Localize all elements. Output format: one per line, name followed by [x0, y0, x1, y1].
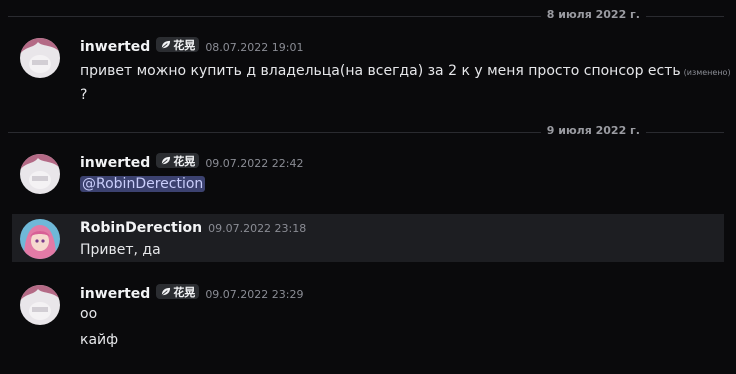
- leaf-icon: [161, 287, 171, 296]
- leaf-icon: [161, 156, 171, 165]
- timestamp: 09.07.2022 22:42: [205, 157, 304, 170]
- avatar[interactable]: [20, 285, 60, 325]
- message-header: inwerted 花晃 09.07.2022 23:29: [80, 284, 304, 302]
- avatar[interactable]: [20, 154, 60, 194]
- message-text: привет можно купить д владельца(на всегд…: [80, 63, 731, 79]
- message-header: inwerted 花晃 08.07.2022 19:01: [80, 37, 304, 55]
- avatar[interactable]: [20, 219, 60, 259]
- username[interactable]: inwerted: [80, 39, 150, 55]
- timestamp: 08.07.2022 19:01: [205, 41, 304, 54]
- user-mention[interactable]: @RobinDerection: [80, 176, 206, 192]
- edited-label: (изменено): [683, 68, 731, 77]
- date-divider: 8 июля 2022 г.: [8, 8, 724, 21]
- date-divider: 9 июля 2022 г.: [8, 124, 724, 137]
- server-tag[interactable]: 花晃: [156, 37, 200, 52]
- timestamp: 09.07.2022 23:18: [208, 222, 307, 235]
- message-text: кайф: [80, 332, 119, 348]
- message-header: RobinDerection 09.07.2022 23:18: [80, 220, 306, 236]
- server-tag[interactable]: 花晃: [156, 153, 200, 168]
- server-tag-text: 花晃: [173, 154, 196, 168]
- date-divider-label: 9 июля 2022 г.: [540, 124, 646, 137]
- message-line: привет можно купить д владельца(на всегд…: [80, 63, 681, 79]
- message-text: оо: [80, 306, 98, 322]
- username[interactable]: inwerted: [80, 155, 150, 171]
- message-header: inwerted 花晃 09.07.2022 22:42: [80, 153, 304, 171]
- timestamp: 09.07.2022 23:29: [205, 288, 304, 301]
- username[interactable]: inwerted: [80, 286, 150, 302]
- avatar[interactable]: [20, 38, 60, 78]
- leaf-icon: [161, 40, 171, 49]
- date-divider-label: 8 июля 2022 г.: [540, 8, 646, 21]
- server-tag[interactable]: 花晃: [156, 284, 200, 299]
- server-tag-text: 花晃: [173, 285, 196, 299]
- chat-messages-pane[interactable]: 8 июля 2022 г. inwerted 花晃 08.07.2022 19…: [0, 0, 736, 374]
- message-text: @RobinDerection: [80, 176, 206, 192]
- server-tag-text: 花晃: [173, 38, 196, 52]
- message-text: Привет, да: [80, 242, 161, 258]
- message-text: ?: [80, 87, 88, 103]
- username[interactable]: RobinDerection: [80, 220, 202, 236]
